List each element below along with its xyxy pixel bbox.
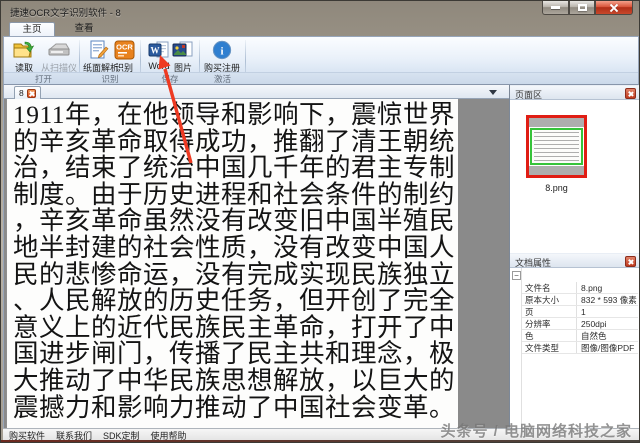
ribbon: 读取 从扫描仪 纸面解析 OCR 识别 W <box>3 36 639 85</box>
prop-label: 色 <box>522 330 577 341</box>
panel-close-icon[interactable] <box>625 256 636 267</box>
props-panel-header: 文档属性 <box>510 253 639 268</box>
ocr-icon: OCR <box>111 39 137 60</box>
group-open-label: 打开 <box>8 73 79 85</box>
app-window: 捷速OCR文字识别软件 - 8 主页 查看 读取 从扫描仪 <box>0 0 640 443</box>
prop-row: 分辨率 250dpi <box>522 318 638 330</box>
thumbnail-filename: 8.png <box>510 183 603 193</box>
text-line: 制度。由于历史进程和社会条件的制约 <box>13 182 454 209</box>
prop-value: 自然色 <box>577 330 638 341</box>
title-bar[interactable]: 捷速OCR文字识别软件 - 8 <box>1 1 639 22</box>
prop-label: 页 <box>522 306 577 317</box>
image-icon <box>170 39 196 60</box>
maximize-icon <box>578 4 587 11</box>
group-save-label: 保存 <box>141 73 199 85</box>
text-line: 地半封建的社会性质，没有改变中国人 <box>13 235 454 262</box>
text-line: 震撼力和影响力推动了中国社会变革。 <box>13 395 454 422</box>
tab-view[interactable]: 查看 <box>61 22 107 36</box>
group-recognize-label: 识别 <box>80 73 140 85</box>
read-button[interactable]: 读取 <box>8 39 40 72</box>
minimize-button[interactable] <box>542 1 569 15</box>
text-line: 1911年，在他领导和影响下，震惊世界 <box>13 102 454 129</box>
document-tab-bar: 8 <box>3 85 509 99</box>
text-line: 的辛亥革命取得成功，推翻了清王朝统 <box>13 129 454 156</box>
prop-value: 1 <box>577 306 638 317</box>
scanner-icon <box>41 39 77 60</box>
document-page: 1911年，在他领导和影响下，震惊世界 的辛亥革命取得成功，推翻了清王朝统 治，… <box>6 99 458 428</box>
tab-list-dropdown-icon[interactable] <box>489 90 497 95</box>
page-thumbnail[interactable] <box>526 115 587 178</box>
right-panel: 页面区 8.png 文档属性 − 文件名 8.png <box>509 85 639 428</box>
ribbon-tab-row: 主页 查看 <box>3 22 639 36</box>
thumbnail-margin-top <box>529 118 584 127</box>
text-line: 、人民解放的历史任务，但开创了完全 <box>13 288 454 315</box>
text-line: 意义上的近代民族民主革命，打开了中 <box>13 315 454 342</box>
text-line: ，辛亥革命虽然没有改变旧中国半殖民 <box>13 208 454 235</box>
ribbon-group-strip: 打开 识别 保存 激活 <box>4 72 638 84</box>
svg-text:i: i <box>220 46 223 58</box>
props-panel-body: − 文件名 8.png 原本大小 832 * 593 像素 页 1 分辨率 25… <box>510 268 639 428</box>
maximize-button[interactable] <box>569 1 595 15</box>
panel-close-icon[interactable] <box>625 88 636 99</box>
thumbnail-text-lines <box>534 132 579 161</box>
prop-value: 832 * 593 像素 <box>577 294 638 305</box>
document-viewport[interactable]: 1911年，在他领导和影响下，震惊世界 的辛亥革命取得成功，推翻了清王朝统 治，… <box>3 99 509 428</box>
prop-row: 页 1 <box>522 306 638 318</box>
tab-home[interactable]: 主页 <box>9 22 55 36</box>
text-line: 大推动了中华民族思想解放，以巨大的 <box>13 368 454 395</box>
thumbnail-text-region <box>530 128 583 165</box>
prop-value: 8.png <box>577 282 638 293</box>
prop-row: 文件名 8.png <box>522 282 638 294</box>
watermark-text: 头条号 / 电脑网络科技之家 <box>440 420 632 441</box>
text-line: 国进步闸门，传播了民主共和理念，极 <box>13 341 454 368</box>
prop-row: 色 自然色 <box>522 330 638 342</box>
pages-panel-body: 8.png <box>510 100 639 253</box>
prop-label: 文件类型 <box>522 342 577 353</box>
text-line: 治，结束了统治中国几千年的君主专制 <box>13 155 454 182</box>
minimize-icon <box>551 6 560 9</box>
ocr-text: 1911年，在他领导和影响下，震惊世界 的辛亥革命取得成功，推翻了清王朝统 治，… <box>13 102 454 421</box>
close-button[interactable] <box>595 1 633 15</box>
close-icon <box>609 3 619 13</box>
svg-text:OCR: OCR <box>116 43 133 52</box>
pages-panel-header: 页面区 <box>510 85 639 100</box>
prop-label: 分辨率 <box>522 318 577 329</box>
window-title: 捷速OCR文字识别软件 - 8 <box>10 5 121 19</box>
document-tab[interactable]: 8 <box>14 86 41 99</box>
tab-close-icon[interactable] <box>27 89 36 98</box>
buy-register-button[interactable]: i 购买注册 <box>203 39 241 72</box>
recognize-button[interactable]: OCR 识别 <box>111 39 137 72</box>
svg-text:W: W <box>151 46 160 56</box>
prop-row: 原本大小 832 * 593 像素 <box>522 294 638 306</box>
info-icon: i <box>203 39 241 60</box>
window-controls <box>542 1 633 15</box>
prop-value: 250dpi <box>577 318 638 329</box>
open-folder-icon <box>8 39 40 60</box>
group-activate-label: 激活 <box>200 73 245 85</box>
prop-label: 文件名 <box>522 282 577 293</box>
save-image-button[interactable]: 图片 <box>170 39 196 72</box>
collapse-expander-icon[interactable]: − <box>512 271 521 280</box>
prop-label: 原本大小 <box>522 294 577 305</box>
thumbnail-margin-bottom <box>529 166 584 175</box>
text-line: 民的悲惨命运，没有完成实现民族独立 <box>13 262 454 289</box>
prop-row: 文件类型 图像/图像PDF <box>522 342 638 354</box>
document-tab-label: 8 <box>19 88 24 98</box>
prop-value: 图像/图像PDF <box>577 342 638 353</box>
from-scanner-button[interactable]: 从扫描仪 <box>41 39 77 72</box>
